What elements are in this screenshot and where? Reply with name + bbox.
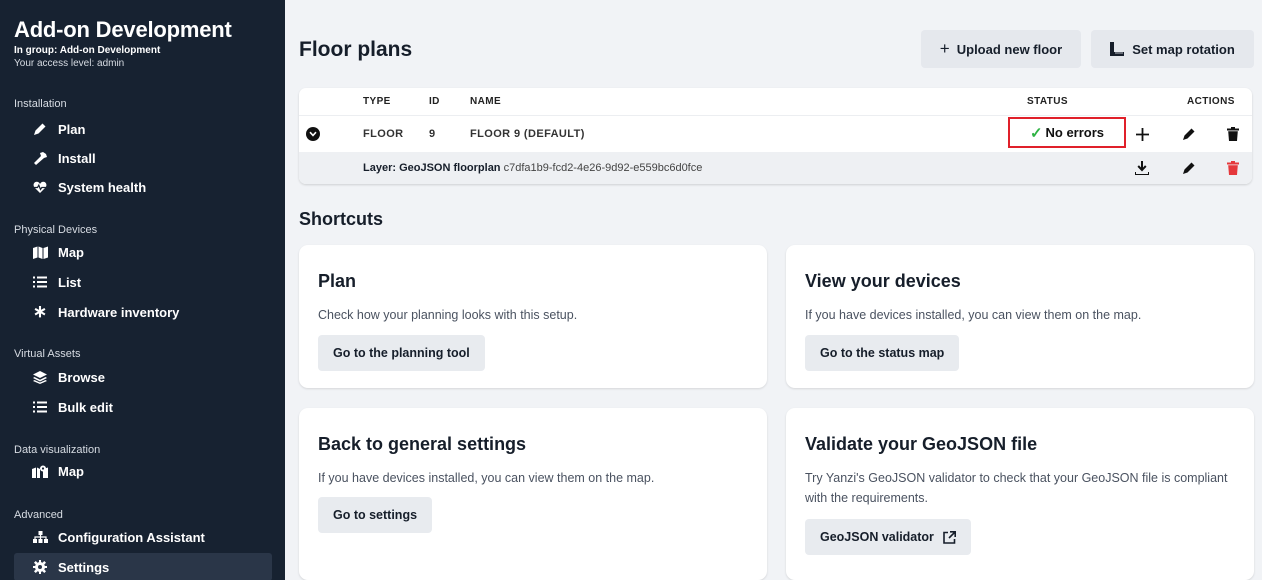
org-title: Add-on Development (14, 17, 232, 42)
column-header-name: NAME (470, 96, 502, 107)
layer-description: Layer: GeoJSON floorplan c7dfa1b9-fcd2-4… (363, 162, 702, 174)
layer-row: Layer: GeoJSON floorplan c7dfa1b9-fcd2-4… (299, 152, 1252, 184)
set-map-rotation-button[interactable]: Set map rotation (1091, 30, 1254, 68)
sidebar-item-map[interactable]: Map (14, 238, 272, 266)
access-level-label: Your access level: admin (14, 58, 125, 69)
floor-name: FLOOR 9 (DEFAULT) (470, 128, 585, 140)
shortcut-card-plan: Plan Check how your planning looks with … (299, 245, 767, 388)
section-installation: Installation (14, 98, 67, 110)
sidebar-item-hardware-inventory[interactable]: ∗ Hardware inventory (14, 298, 272, 326)
shortcut-card-validate-geojson: Validate your GeoJSON file Try Yanzi's G… (786, 408, 1254, 580)
edit-layer-icon[interactable] (1180, 159, 1198, 177)
floor-type: FLOOR (363, 128, 404, 140)
card-description: If you have devices installed, you can v… (318, 471, 655, 485)
floor-plans-table: TYPE ID NAME STATUS ACTIONS FLOOR 9 FLOO… (299, 88, 1252, 184)
sidebar-item-label: System health (58, 179, 147, 195)
asterisk-icon: ∗ (32, 302, 48, 321)
sidebar-item-label: Configuration Assistant (58, 529, 205, 545)
geojson-validator-button[interactable]: GeoJSON validator (805, 519, 971, 555)
sidebar-item-label: Browse (58, 369, 105, 385)
sidebar-item-label: Hardware inventory (58, 304, 180, 320)
gear-icon (32, 560, 48, 574)
download-icon[interactable] (1133, 159, 1151, 177)
check-icon: ✓ (1029, 124, 1043, 142)
column-header-type: TYPE (363, 96, 391, 107)
section-data-visualization: Data visualization (14, 444, 101, 456)
set-map-rotation-label: Set map rotation (1132, 41, 1235, 57)
layers-icon (32, 370, 48, 384)
column-header-actions: ACTIONS (1187, 96, 1235, 107)
delete-floor-icon[interactable] (1224, 125, 1242, 143)
wrench-icon (32, 151, 48, 165)
section-virtual-assets: Virtual Assets (14, 348, 81, 360)
sidebar-item-label: Plan (58, 121, 86, 137)
card-title: Plan (318, 271, 357, 291)
sidebar-item-dataviz-map[interactable]: Map (14, 457, 272, 485)
heartbeat-icon (32, 180, 48, 194)
sidebar-item-label: Install (58, 150, 96, 166)
geojson-validator-label: GeoJSON validator (820, 530, 934, 544)
column-header-status: STATUS (1027, 96, 1068, 107)
sidebar-item-list[interactable]: List (14, 268, 272, 296)
add-layer-icon[interactable] (1133, 125, 1151, 143)
sidebar-item-plan[interactable]: Plan (14, 115, 272, 143)
upload-new-floor-button[interactable]: + Upload new floor (921, 30, 1081, 68)
floor-id: 9 (429, 128, 436, 140)
sidebar-item-configuration-assistant[interactable]: Configuration Assistant (14, 523, 272, 551)
pencil-icon (32, 122, 48, 136)
sitemap-icon (32, 530, 48, 544)
card-title: Back to general settings (318, 434, 527, 454)
sidebar-item-label: Map (58, 463, 84, 479)
card-description: If you have devices installed, you can v… (805, 308, 1142, 322)
sidebar-item-browse[interactable]: Browse (14, 363, 272, 391)
external-link-icon (943, 530, 956, 544)
edit-floor-icon[interactable] (1180, 125, 1198, 143)
sidebar-item-label: Bulk edit (58, 399, 113, 415)
status-badge: ✓ No errors (1008, 117, 1126, 148)
sidebar-item-system-health[interactable]: System health (14, 173, 272, 201)
sidebar-item-bulk-edit[interactable]: Bulk edit (14, 393, 272, 421)
sidebar-item-label: Settings (58, 559, 110, 575)
status-text: No errors (1045, 125, 1105, 140)
card-title: Validate your GeoJSON file (805, 434, 1038, 454)
sidebar-item-label: List (58, 274, 82, 290)
go-to-planning-tool-button[interactable]: Go to the planning tool (318, 335, 485, 371)
sidebar-item-install[interactable]: Install (14, 144, 272, 172)
shortcuts-title: Shortcuts (299, 209, 384, 229)
expand-chevron-icon[interactable] (306, 127, 320, 141)
shortcut-card-general-settings: Back to general settings If you have dev… (299, 408, 767, 580)
page-title: Floor plans (299, 38, 413, 61)
shortcut-card-view-devices: View your devices If you have devices in… (786, 245, 1254, 388)
upload-new-floor-label: Upload new floor (956, 41, 1063, 57)
sidebar-item-label: Map (58, 244, 84, 260)
main-content: Floor plans + Upload new floor Set map r… (285, 0, 1262, 580)
map-icon (32, 245, 48, 259)
column-header-id: ID (429, 96, 440, 107)
section-advanced: Advanced (14, 509, 63, 521)
plus-icon: + (939, 39, 950, 58)
list-icon (32, 400, 48, 414)
sidebar-item-settings[interactable]: Settings (14, 553, 272, 580)
card-title: View your devices (805, 271, 961, 291)
go-to-status-map-button[interactable]: Go to the status map (805, 335, 960, 371)
card-description: Try Yanzi's GeoJSON validator to check t… (805, 471, 1228, 505)
card-description: Check how your planning looks with this … (318, 308, 578, 322)
table-row: FLOOR 9 FLOOR 9 (DEFAULT) ✓ No errors (299, 115, 1252, 152)
ruler-icon (1110, 42, 1125, 56)
layer-label: Layer: GeoJSON floorplan (363, 162, 501, 174)
go-to-settings-button[interactable]: Go to settings (318, 497, 433, 533)
group-label: In group: Add-on Development (14, 45, 161, 56)
section-physical-devices: Physical Devices (14, 224, 98, 236)
layer-uuid: c7dfa1b9-fcd2-4e26-9d92-e559bc6d0fce (503, 162, 703, 174)
delete-layer-icon[interactable] (1224, 159, 1242, 177)
map-marker-icon (32, 464, 48, 478)
sidebar: Add-on Development In group: Add-on Deve… (0, 0, 285, 580)
list-icon (32, 275, 48, 289)
